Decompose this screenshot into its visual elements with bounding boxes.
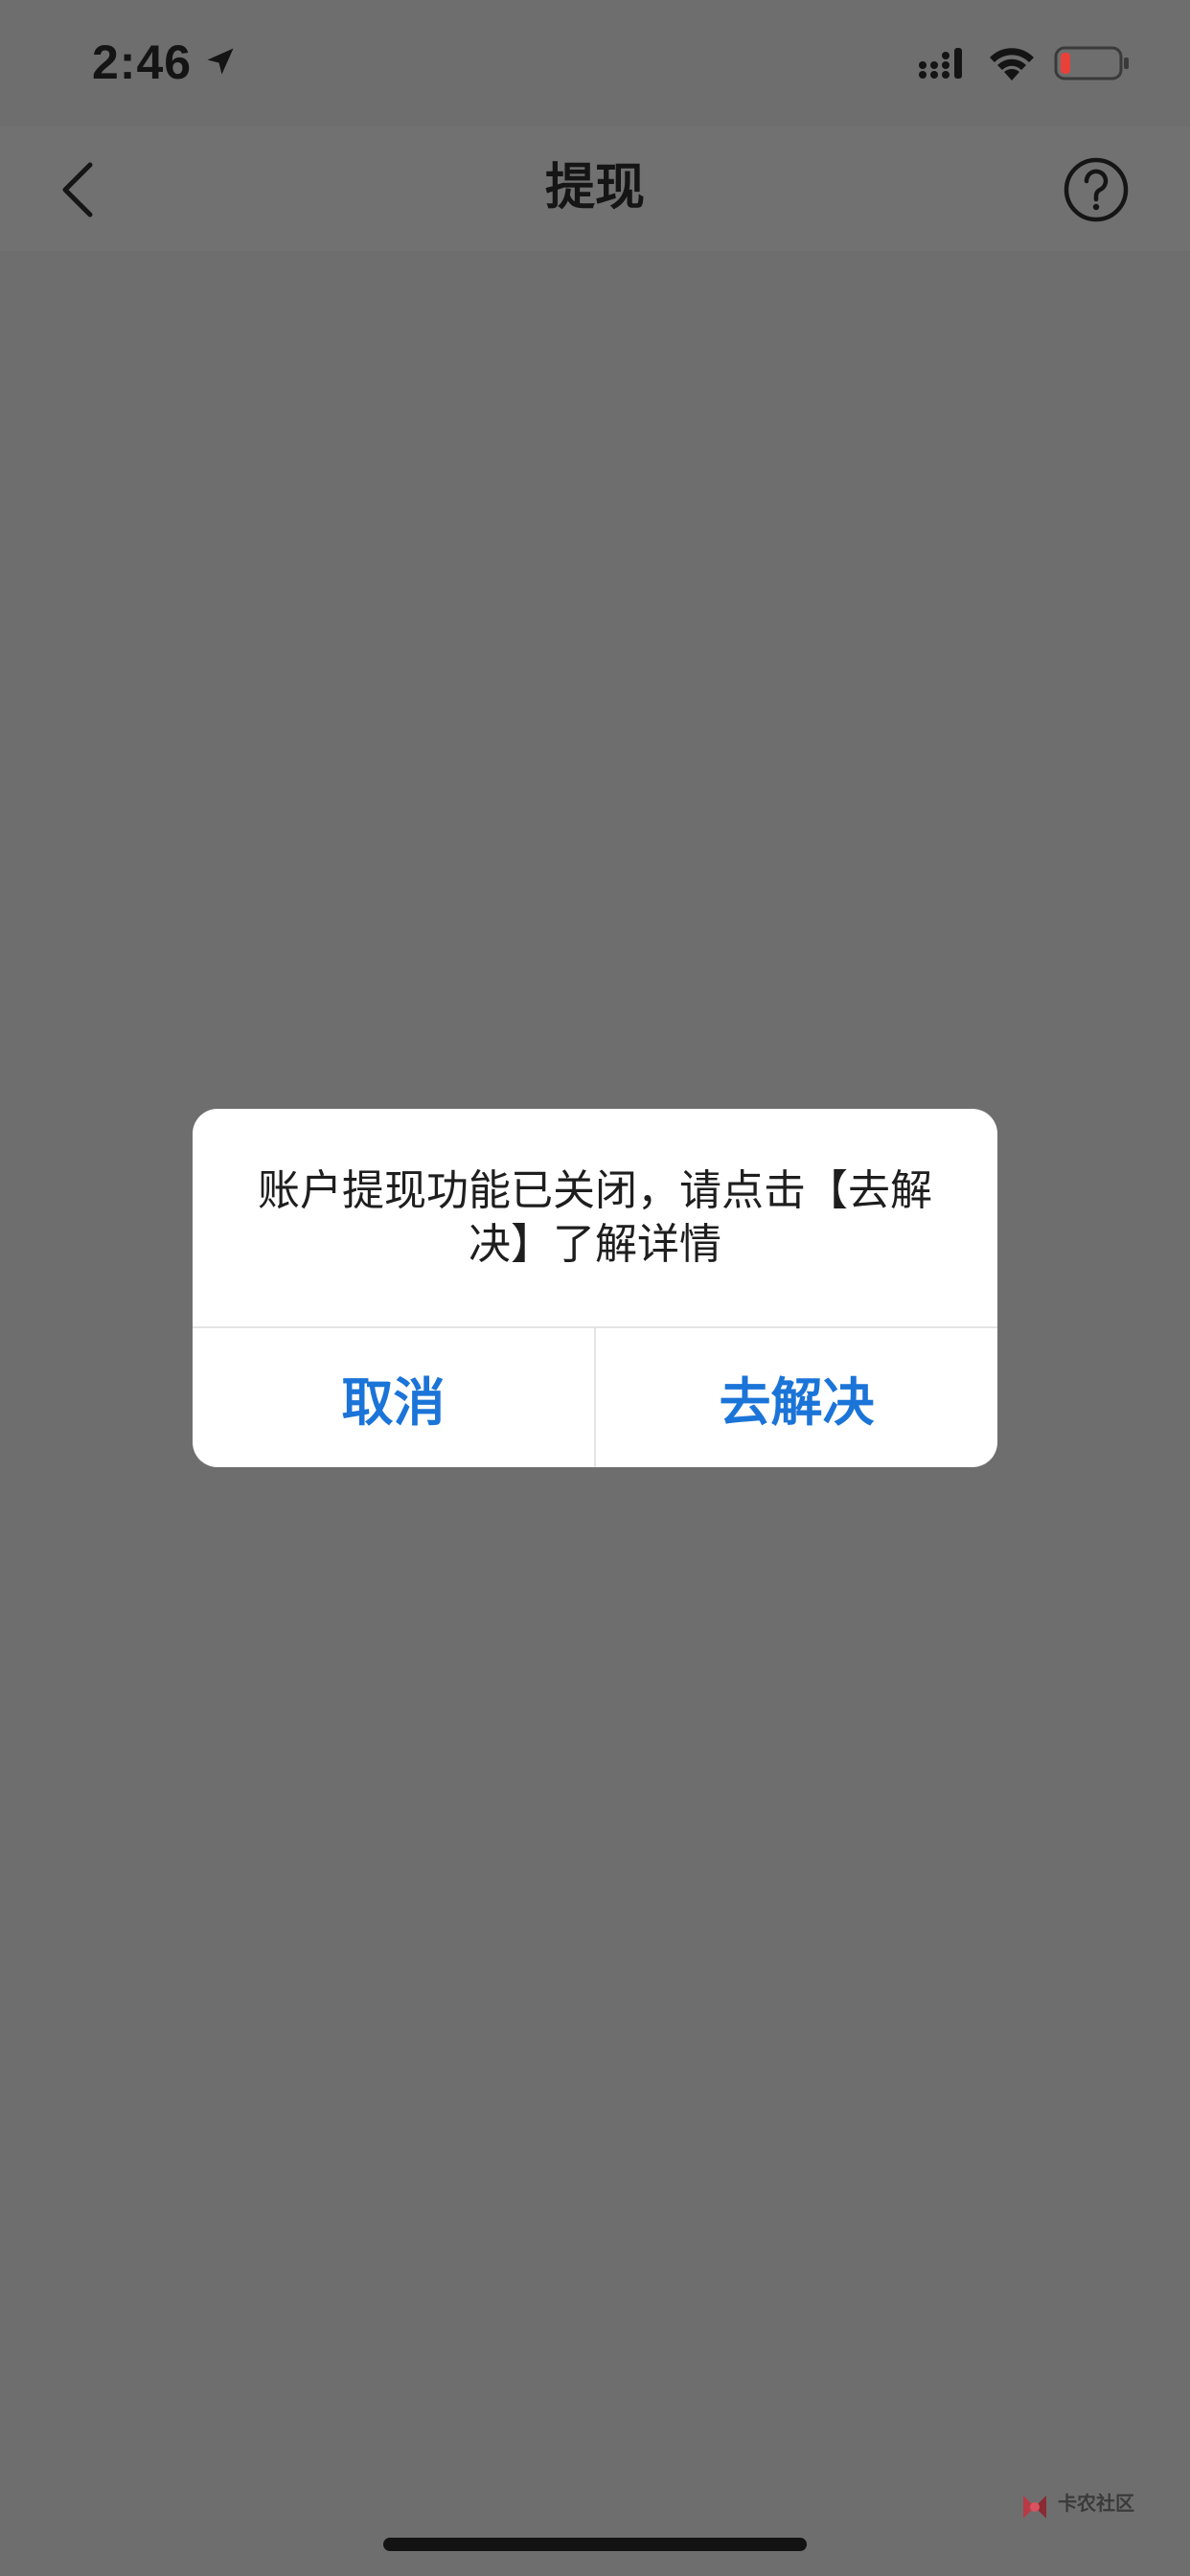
cellular-signal-icon [919, 48, 962, 79]
cancel-button[interactable]: 取消 [193, 1328, 594, 1467]
watermark: 卡农社区 [1018, 2488, 1152, 2528]
page-title: 提现 [544, 159, 645, 217]
dialog-message: 账户提现功能已关闭，请点击【去解决】了解详情 [258, 1166, 932, 1269]
watermark-logo-icon [1023, 2496, 1046, 2518]
watermark-text: 卡农社区 [1058, 2492, 1134, 2515]
nav-bar: 提现 [0, 126, 1190, 251]
home-indicator[interactable] [383, 2538, 807, 2551]
battery-low-icon [1054, 46, 1129, 80]
status-bar: 2:46 [0, 0, 1190, 126]
alert-dialog: 账户提现功能已关闭，请点击【去解决】了解详情 取消 去解决 [193, 1109, 997, 1467]
question-circle-icon[interactable] [1062, 155, 1131, 224]
resolve-button[interactable]: 去解决 [596, 1328, 997, 1467]
wifi-icon [990, 48, 1034, 80]
status-time: 2:46 [92, 35, 193, 89]
location-arrow-icon [207, 48, 234, 75]
